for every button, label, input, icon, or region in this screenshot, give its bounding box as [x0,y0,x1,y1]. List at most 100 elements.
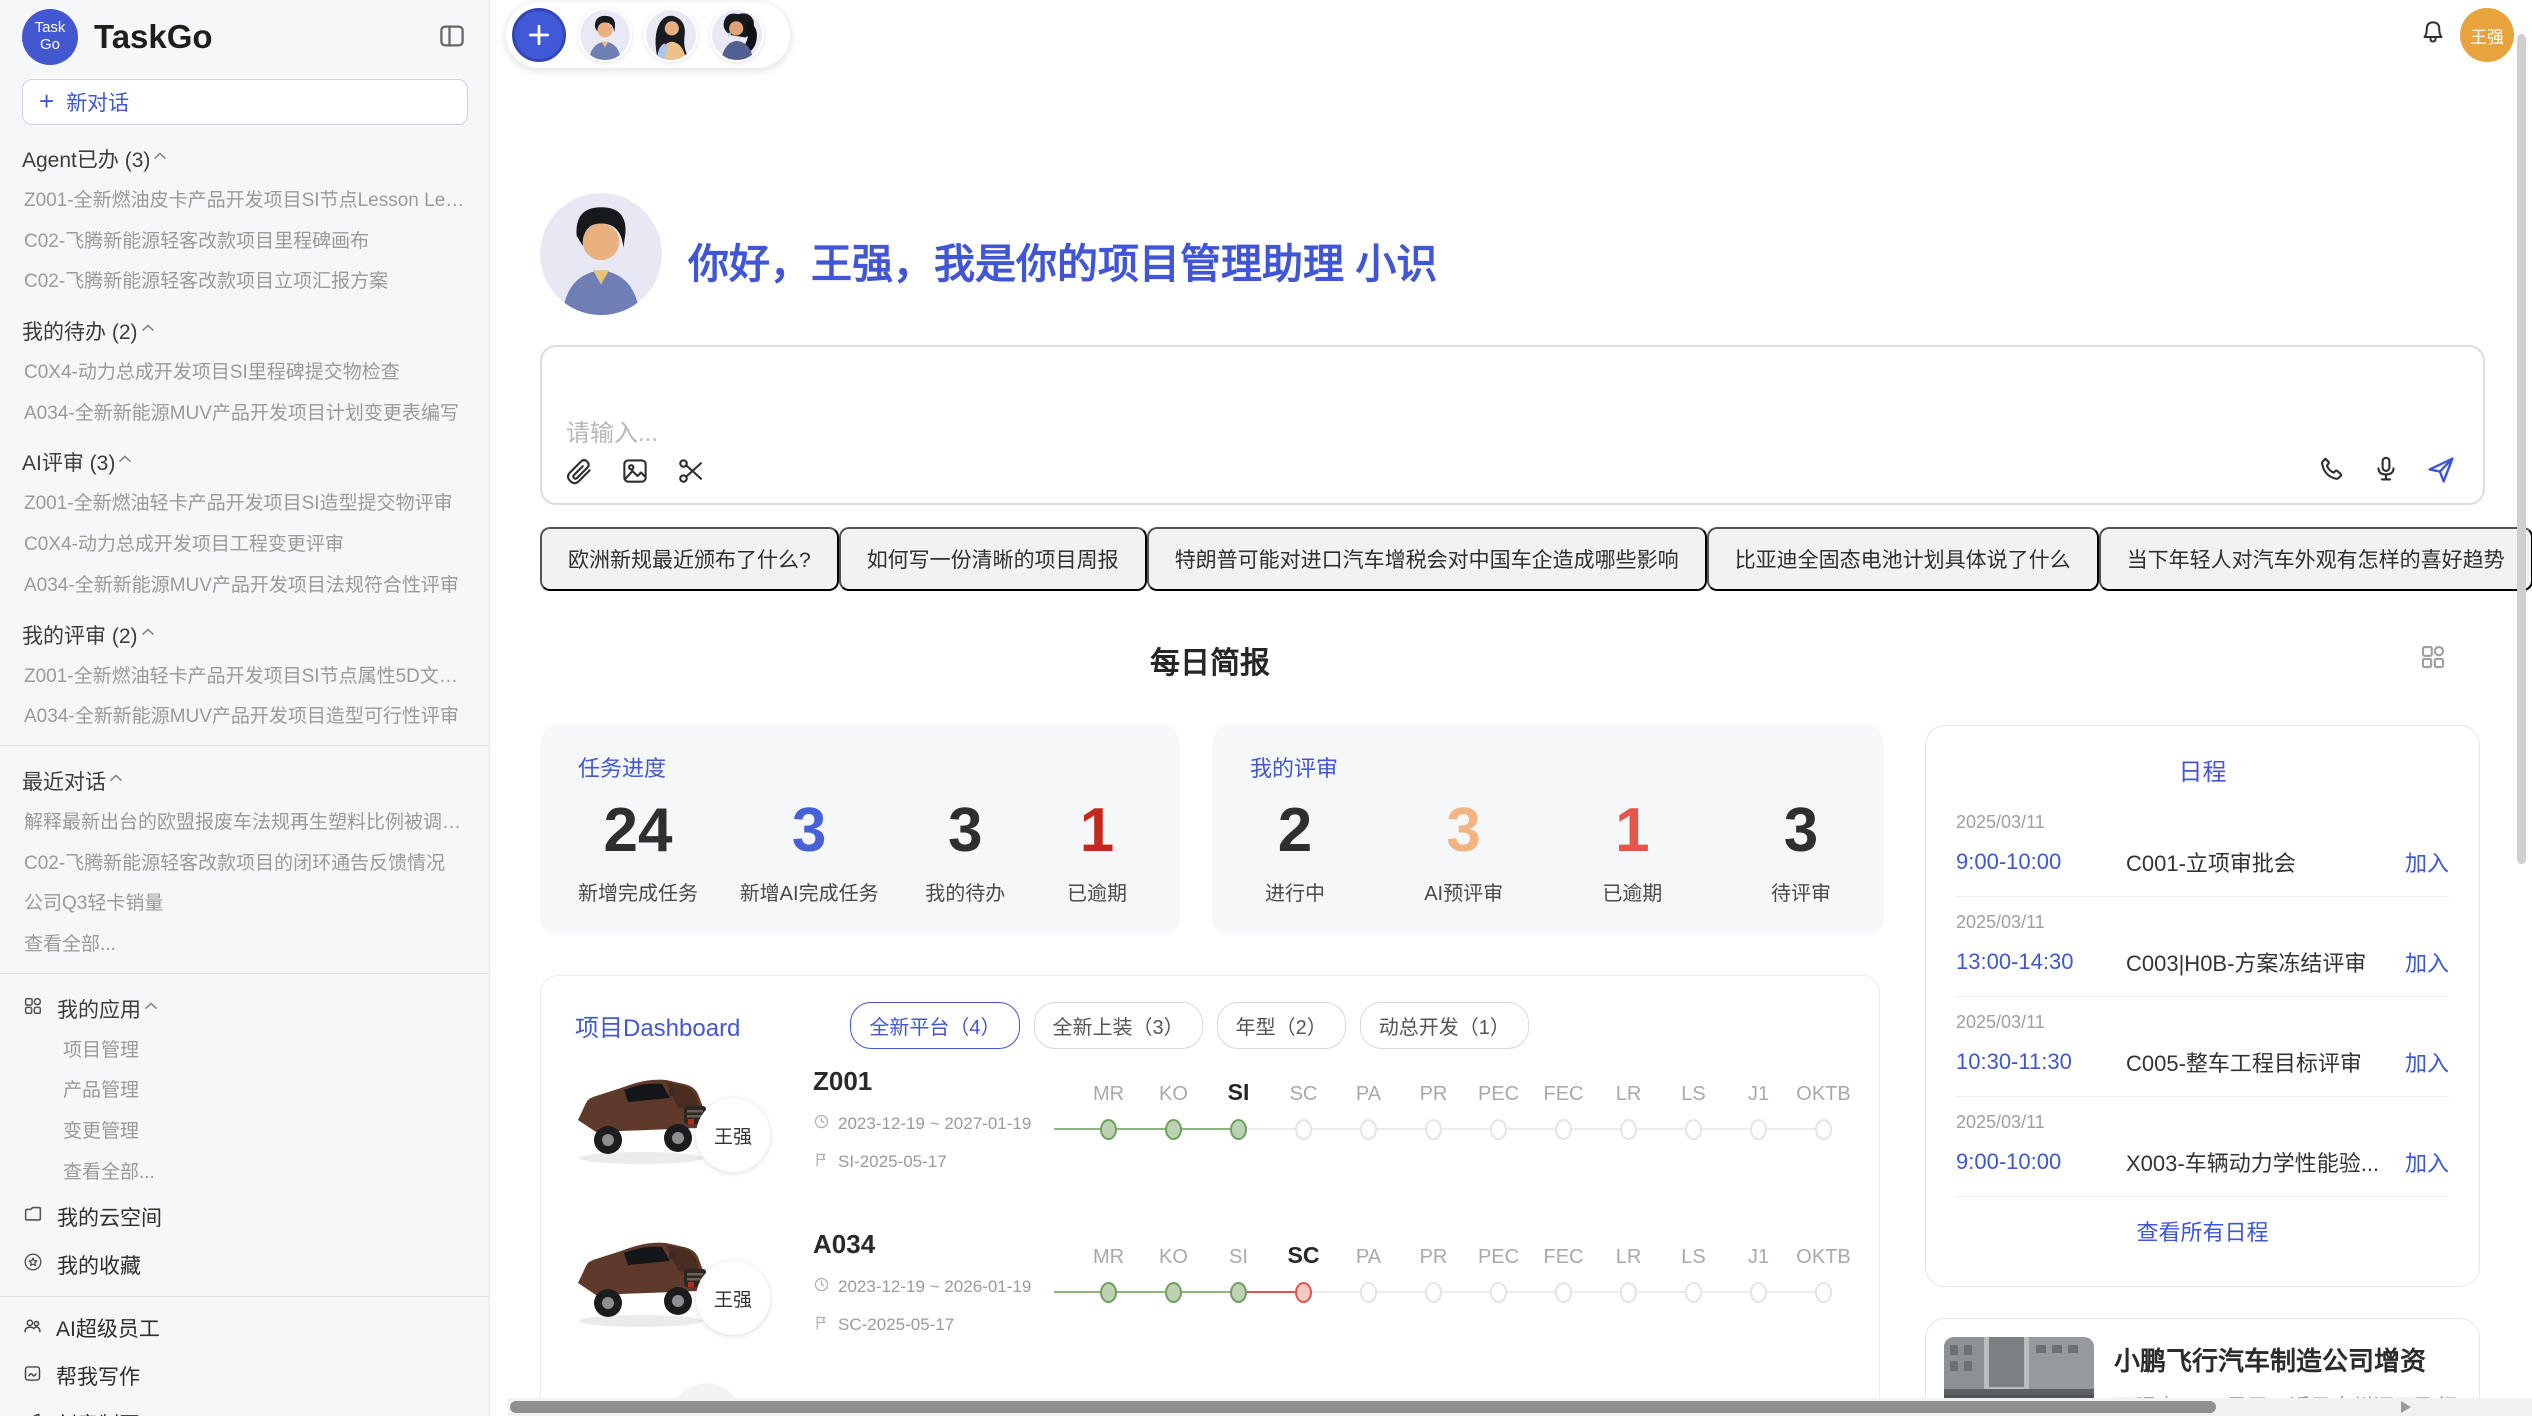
milestone-dot [1295,1119,1312,1140]
milestone: PR [1401,1235,1466,1307]
sidebar-section-header[interactable]: Agent已办 (3) [0,131,489,181]
sidebar-item-cloud-space[interactable]: 我的云空间 [0,1193,489,1241]
send-button[interactable] [2425,454,2457,489]
composer-right-toolbar [2317,454,2457,489]
suggestion-chip[interactable]: 当下年轻人对汽车外观有怎样的喜好趋势 [2099,527,2532,591]
dashboard-tab[interactable]: 全新平台（4） [850,1002,1019,1049]
sidebar-section-header[interactable]: 我的待办 (2) [0,303,489,353]
stat-label: 已逾期 [1587,877,1677,906]
sidebar-item[interactable]: 变更管理 [0,1112,489,1153]
stat-label: 我的待办 [920,877,1010,906]
milestone-dot [1620,1119,1637,1140]
my-review-card: 我的评审2进行中3AI预评审1已逾期3待评审 [1212,725,1884,935]
stat-label: 新增AI完成任务 [740,877,879,906]
dashboard-grid-icon [2418,660,2448,675]
sidebar-item[interactable]: C0X4-动力总成开发项目SI里程碑提交物检查 [0,353,489,394]
logo-line1: Task [35,20,66,37]
milestone: SC [1271,1072,1336,1144]
milestone-label: PR [1420,1235,1448,1269]
briefing-title: 每日简报 [540,638,1880,682]
sidebar-item[interactable]: C02-飞腾新能源轻客改款项目的闭环通告反馈情况 [0,844,489,885]
sidebar-item[interactable]: C02-飞腾新能源轻客改款项目里程碑画布 [0,222,489,263]
sidebar-tool[interactable]: AI超级员工 [0,1304,489,1352]
sidebar-section-header[interactable]: 我的评审 (2) [0,607,489,657]
view-all-schedule-link[interactable]: 查看所有日程 [1956,1215,2449,1247]
schedule-date: 2025/03/11 [1956,1112,2449,1133]
vertical-scrollbar[interactable] [2517,34,2526,864]
add-agent-button[interactable] [512,8,566,62]
message-composer[interactable]: 请输入... [540,345,2485,505]
suggestion-chip[interactable]: 特朗普可能对进口汽车增税会对中国车企造成哪些影响 [1147,527,1707,591]
clock-icon [813,1113,830,1135]
sidebar-item[interactable]: 查看全部... [0,925,489,966]
milestone-track: MRKOSISCPAPRPECFECLRLSJ1OKTB [1076,1072,1856,1144]
join-link[interactable]: 加入 [2405,1046,2449,1078]
milestone-dot [1685,1282,1702,1303]
suggestion-chip[interactable]: 比亚迪全固态电池计划具体说了什么 [1707,527,2099,591]
horizontal-scrollbar-thumb[interactable] [510,1401,2216,1413]
join-link[interactable]: 加入 [2405,846,2449,878]
voice-input-button[interactable] [2371,454,2401,489]
join-link[interactable]: 加入 [2405,946,2449,978]
sidebar-item[interactable]: Z001-全新燃油轻卡产品开发项目SI节点属性5D文件评审 [0,657,489,698]
insert-image-button[interactable] [620,456,650,489]
suggestion-chip[interactable]: 欧洲新规最近颁布了什么? [540,527,839,591]
milestone-label: LS [1681,1235,1705,1269]
schedule-item: 2025/03/119:00-10:00X003-车辆动力学性能验...加入 [1956,1097,2449,1196]
sidebar-item[interactable]: A034-全新新能源MUV产品开发项目法规符合性评审 [0,566,489,607]
sidebar-section-header[interactable]: 我的应用 [0,981,489,1031]
sidebar-item[interactable]: 解释最新出台的欧盟报废车法规再生塑料比例被调至15%... [0,803,489,844]
scroll-right-arrow[interactable] [2401,1401,2411,1413]
voice-call-button[interactable] [2317,454,2347,489]
join-link[interactable]: 加入 [2405,1146,2449,1178]
agent-switcher [506,2,790,68]
sidebar-section-header[interactable]: 最近对话 [0,753,489,803]
project-row[interactable]: 王强A0342023-12-19 ~ 2026-01-19SC-2025-05-… [566,1217,1856,1377]
user-avatar[interactable]: 王强 [2460,8,2514,62]
attach-file-button[interactable] [564,456,594,489]
sidebar-item[interactable]: Z001-全新燃油轻卡产品开发项目SI造型提交物评审 [0,484,489,525]
sidebar-item[interactable]: C02-飞腾新能源轻客改款项目立项汇报方案 [0,262,489,303]
sidebar-item[interactable]: C0X4-动力总成开发项目工程变更评审 [0,525,489,566]
sidebar-item[interactable]: A034-全新新能源MUV产品开发项目造型可行性评审 [0,697,489,738]
agent-avatar-3[interactable] [710,8,764,62]
agent-avatar-2[interactable] [644,8,698,62]
schedule-title: 日程 [1956,752,2449,787]
sidebar-section-header[interactable]: AI评审 (3) [0,434,489,484]
milestone: SI [1206,1235,1271,1307]
dashboard-tab[interactable]: 全新上装（3） [1034,1002,1203,1049]
stat: 1已逾期 [1052,797,1142,906]
stat-label: 新增完成任务 [578,877,698,906]
sidebar-item[interactable]: 项目管理 [0,1031,489,1072]
milestone-label: J1 [1748,1072,1769,1106]
schedule-event: C005-整车工程目标评审 [2126,1046,2393,1078]
sidebar-collapse-button[interactable] [435,19,469,56]
suggestion-chip[interactable]: 如何写一份清晰的项目周报 [839,527,1147,591]
paperclip-icon [564,456,594,489]
milestone: PA [1336,1072,1401,1144]
screenshot-button[interactable] [676,456,706,489]
agent-avatar-1[interactable] [578,8,632,62]
project-info: Z0012023-12-19 ~ 2027-01-19SI-2025-05-17 [813,1066,1063,1173]
milestone-dot [1295,1282,1312,1303]
sidebar-item[interactable]: 查看全部... [0,1153,489,1194]
milestone: FEC [1531,1072,1596,1144]
sidebar-item[interactable]: 公司Q3轻卡销量 [0,884,489,925]
stat: 3AI预评审 [1419,797,1509,906]
sidebar-item[interactable]: Z001-全新燃油皮卡产品开发项目SI节点Lesson Learn报告 [0,181,489,222]
new-chat-button[interactable]: + 新对话 [22,79,468,125]
briefing-layout-button[interactable] [2418,642,2448,675]
sidebar-item[interactable]: A034-全新新能源MUV产品开发项目计划变更表编写 [0,394,489,435]
dashboard-tab[interactable]: 动总开发（1） [1360,1002,1529,1049]
sidebar-item[interactable]: 产品管理 [0,1071,489,1112]
notifications-button[interactable] [2418,18,2448,51]
divider [0,973,489,974]
project-row[interactable]: 王强Z0012023-12-19 ~ 2027-01-19SI-2025-05-… [566,1054,1856,1214]
sidebar-tool[interactable]: 帮我写作 [0,1352,489,1400]
chevron-up-icon [141,996,161,1022]
dashboard-tab[interactable]: 年型（2） [1217,1002,1346,1049]
sidebar-tool[interactable]: 创意制图 [0,1400,489,1416]
project-dashboard-card: 项目Dashboard 全新平台（4）全新上装（3）年型（2）动总开发（1） 王… [540,975,1880,1415]
sidebar-item-favorites-badge[interactable]: 我的收藏 [0,1241,489,1289]
milestone-label: MR [1093,1235,1124,1269]
